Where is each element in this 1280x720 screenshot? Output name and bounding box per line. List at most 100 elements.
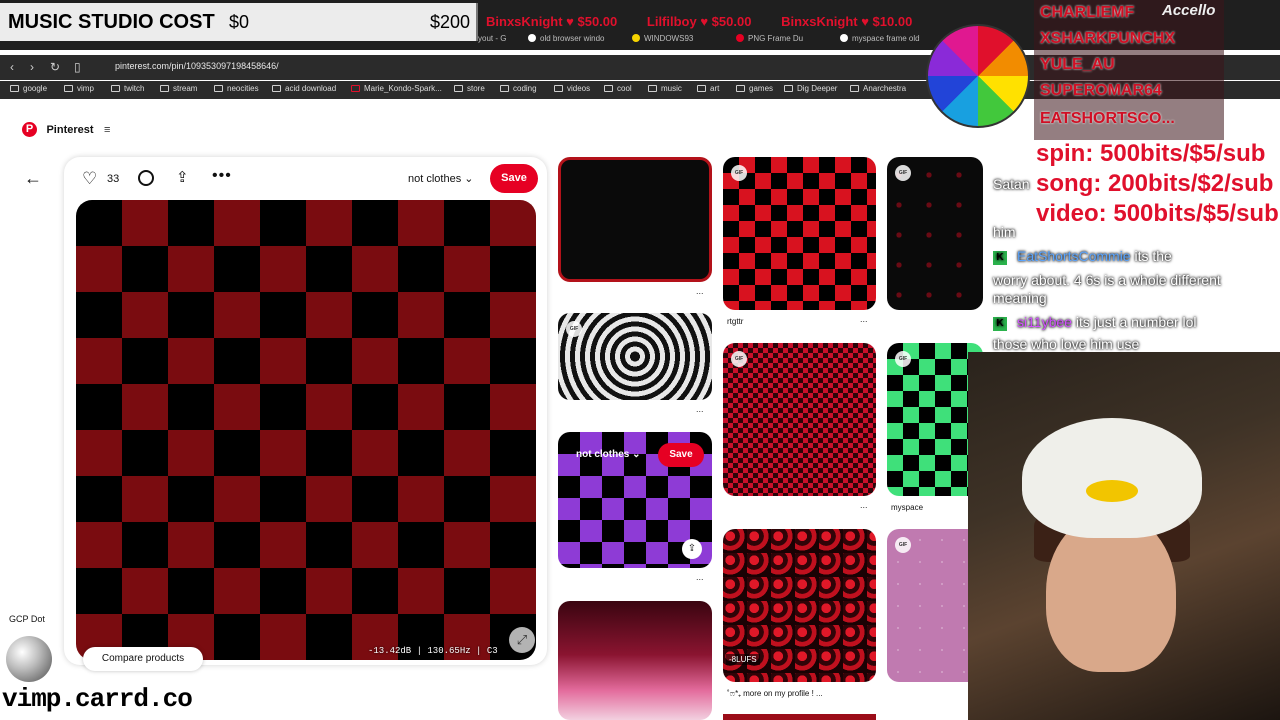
bookmark-art[interactable]: art (697, 84, 719, 93)
pin-caption[interactable]: rtgttr (727, 317, 743, 326)
chat-message: K EatShortsCommie its the (993, 248, 1172, 265)
chat-username[interactable]: EatShortsCommie (1017, 248, 1131, 264)
chat-text: its just a number lol (1072, 314, 1197, 330)
pin-red-black-checkerboard[interactable]: GIF (723, 157, 876, 310)
chat-username[interactable]: si11ybee (1017, 314, 1072, 330)
menu-icon[interactable]: ≡ (104, 124, 110, 136)
bookmark-label: games (749, 84, 774, 93)
save-button[interactable]: Save (490, 164, 538, 193)
tab-windows93[interactable]: WINDOWS93 (632, 34, 693, 48)
spark-icon (351, 85, 360, 92)
hover-board-selector[interactable]: not clothes ⌄ (576, 449, 641, 460)
pin-caption[interactable]: myspace (891, 503, 923, 512)
bookmark-label: videos (567, 84, 591, 93)
bookmark-vimp[interactable]: vimp (64, 84, 94, 93)
bookmark-label: Marie_Kondo-Spark... (364, 84, 442, 93)
pinterest-tab-icon (736, 34, 744, 42)
share-icon[interactable]: ⇪ (682, 539, 702, 559)
price-video: video: 500bits/$5/sub (1036, 200, 1279, 227)
bookmark-label: Dig Deeper (797, 84, 838, 93)
bookmark-store[interactable]: store (454, 84, 485, 93)
forward-icon[interactable]: › (30, 60, 34, 74)
bookmark-acid-download[interactable]: acid download (272, 84, 336, 93)
expand-icon[interactable]: ⤢ (509, 627, 535, 653)
price-spin: spin: 500bits/$5/sub (1036, 140, 1266, 167)
comment-icon[interactable] (138, 170, 154, 186)
pin-image-red-checkerboard[interactable]: ⤢ (76, 200, 536, 660)
donor-ticker: BinxsKnight ♥ $50.00 Lilfilboy ♥ $50.00 … (486, 14, 1006, 32)
pin-media-player-frame[interactable] (558, 157, 712, 282)
bookmark-icon[interactable]: ▯ (74, 60, 81, 74)
bookmark-neocities[interactable]: neocities (214, 84, 259, 93)
compare-products-button[interactable]: Compare products (83, 647, 203, 671)
windows93-icon (632, 34, 640, 42)
donor-entry: BinxsKnight ♥ $10.00 (781, 14, 913, 29)
bookmark-label: neocities (227, 84, 259, 93)
pin-audio-spectrum[interactable] (558, 601, 712, 720)
pin-purple-checkerboard[interactable]: not clothes ⌄ Save ⇪ (558, 432, 712, 568)
board-selector[interactable]: not clothes ⌄ (408, 172, 473, 185)
music-studio-cost-bar: MUSIC STUDIO COST $0 $200 (0, 3, 478, 41)
bookmark-coding[interactable]: coding (500, 84, 537, 93)
pin-more-icon[interactable]: ... (696, 572, 704, 582)
more-options-icon[interactable]: ••• (212, 167, 232, 185)
donor-entry: BinxsKnight ♥ $50.00 (486, 14, 618, 29)
bookmark-dig-deeper[interactable]: Dig Deeper (784, 84, 837, 93)
folder-icon (736, 85, 745, 92)
pin-more-icon[interactable]: ... (696, 286, 704, 296)
gif-badge: GIF (895, 537, 911, 553)
gif-badge: GIF (731, 165, 747, 181)
pin-caption[interactable]: ˚ෆ*₊ more on my profile ! ... (727, 689, 823, 699)
folder-icon (160, 85, 169, 92)
tab-myspace-frame[interactable]: myspace frame old (840, 34, 920, 48)
bookmark-twitch[interactable]: twitch (111, 84, 144, 93)
pin-more-icon[interactable]: ... (860, 314, 868, 324)
cost-title: MUSIC STUDIO COST (8, 11, 215, 33)
gif-badge: GIF (895, 351, 911, 367)
back-arrow-icon[interactable]: ← (24, 168, 42, 189)
pin-small-red-checkerboard[interactable]: GIF (723, 343, 876, 496)
bookmark-games[interactable]: games (736, 84, 773, 93)
bookmark-anarchestra[interactable]: Anarchestra (850, 84, 906, 93)
pinterest-wordmark[interactable]: Pinterest (46, 124, 93, 136)
tab-youtube[interactable]: yout - G (478, 34, 506, 48)
pinterest-logo-icon[interactable]: P (22, 122, 37, 138)
pin-more-icon[interactable]: ... (696, 404, 704, 414)
folder-icon (272, 85, 281, 92)
folder-icon (454, 85, 463, 92)
url-field[interactable]: pinterest.com/pin/109353097198458646/ (115, 61, 279, 71)
back-icon[interactable]: ‹ (10, 60, 14, 74)
share-icon[interactable]: ⇪ (176, 168, 189, 186)
pin-partial[interactable] (723, 714, 876, 720)
gif-badge: GIF (731, 351, 747, 367)
chat-text: meaning (993, 290, 1047, 306)
pin-spiral[interactable]: GIF (558, 313, 712, 400)
folder-icon (10, 85, 19, 92)
globe-icon (850, 85, 859, 92)
bookmark-music[interactable]: music (648, 84, 682, 93)
tab-png-frame[interactable]: PNG Frame Du (736, 34, 803, 48)
bookmark-label: acid download (285, 84, 337, 93)
pin-red-stars[interactable]: GIF (887, 157, 983, 310)
leaderboard-entry: XSHARKPUNCHX (1040, 30, 1176, 47)
tab-old-browser[interactable]: old browser windo (528, 34, 604, 48)
bookmark-stream[interactable]: stream (160, 84, 197, 93)
bookmark-google[interactable]: google (10, 84, 47, 93)
chat-text: him (993, 224, 1016, 240)
hover-save-button[interactable]: Save (658, 443, 704, 467)
leaderboard-entry: SUPEROMAR64 (1040, 82, 1162, 99)
price-song: song: 200bits/$2/sub (1036, 170, 1274, 197)
bookmark-cool[interactable]: cool (604, 84, 632, 93)
chat-message: him (993, 224, 1016, 240)
gcp-dot-orb (6, 636, 52, 682)
webcam-feed (968, 352, 1280, 720)
tab-label: old browser windo (540, 34, 605, 43)
bookmark-videos[interactable]: videos (554, 84, 590, 93)
reload-icon[interactable]: ↻ (50, 60, 60, 74)
bookmark-marie-kondo[interactable]: Marie_Kondo-Spark... (351, 84, 442, 93)
heart-icon[interactable]: ♡ (82, 169, 97, 189)
gcp-dot-label: GCP Dot (9, 614, 45, 624)
bookmark-label: music (661, 84, 682, 93)
pin-more-icon[interactable]: ... (860, 500, 868, 510)
folder-icon (554, 85, 563, 92)
